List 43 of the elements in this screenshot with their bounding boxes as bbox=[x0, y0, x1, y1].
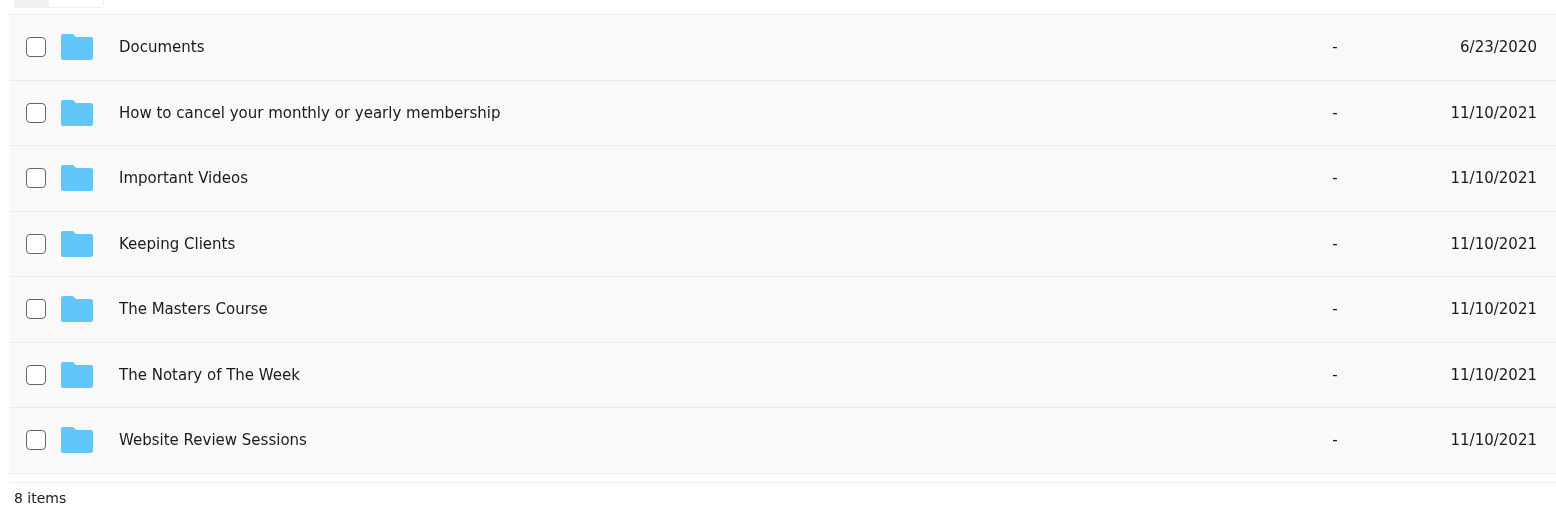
folder-icon bbox=[61, 230, 93, 257]
folder-name[interactable]: The Notary of The Week bbox=[119, 365, 1320, 384]
folder-icon bbox=[61, 361, 93, 388]
folder-icon bbox=[61, 99, 93, 126]
folder-icon bbox=[61, 427, 93, 454]
table-row[interactable]: The Notary of The Week - 11/10/2021 bbox=[9, 342, 1556, 408]
checkbox[interactable] bbox=[26, 430, 46, 451]
size-cell-text: - bbox=[1331, 169, 1339, 188]
size-cell-text: - bbox=[1331, 103, 1339, 122]
checkbox[interactable] bbox=[26, 364, 46, 385]
folder-name[interactable]: How to cancel your monthly or yearly membership bbox=[119, 103, 1320, 122]
size-cell-text: - bbox=[1331, 234, 1339, 253]
table-row[interactable]: Website Review Sessions - 11/10/2021 bbox=[9, 408, 1556, 474]
folder-name[interactable]: Keeping Clients bbox=[119, 234, 1320, 253]
folder-icon bbox=[61, 34, 93, 61]
folder-name[interactable]: Website Review Sessions bbox=[119, 431, 1320, 450]
checkbox[interactable] bbox=[26, 168, 46, 189]
size-cell-text: - bbox=[1331, 300, 1339, 319]
table-row[interactable]: How to cancel your monthly or yearly membership - 11/10/2021 bbox=[9, 80, 1556, 146]
size-cell-text: - bbox=[1331, 431, 1339, 450]
date-cell-text: 11/10/2021 bbox=[1449, 103, 1538, 122]
folder-icon bbox=[61, 165, 93, 192]
date-cell-text: 6/23/2020 bbox=[1459, 38, 1538, 57]
date-cell-text: 11/10/2021 bbox=[1449, 365, 1538, 384]
folder-icon bbox=[61, 296, 93, 323]
date-cell-text: 11/10/2021 bbox=[1449, 169, 1538, 188]
checkbox[interactable] bbox=[26, 299, 46, 320]
folder-name[interactable]: Documents bbox=[119, 38, 1320, 57]
table-row[interactable]: Important Videos - 11/10/2021 bbox=[9, 146, 1556, 212]
folder-name[interactable]: Important Videos bbox=[119, 169, 1320, 188]
table-row[interactable]: Keeping Clients - 11/10/2021 bbox=[9, 211, 1556, 277]
table-row[interactable]: The Masters Course - 11/10/2021 bbox=[9, 277, 1556, 343]
item-count: 8 items bbox=[14, 489, 67, 506]
folder-name[interactable]: The Masters Course bbox=[119, 300, 1320, 319]
checkbox[interactable] bbox=[26, 233, 46, 254]
date-cell-text: 11/10/2021 bbox=[1449, 300, 1538, 319]
size-cell-text: - bbox=[1331, 365, 1339, 384]
size-cell-text: - bbox=[1331, 38, 1339, 57]
table-row[interactable]: Documents - 6/23/2020 bbox=[9, 15, 1556, 81]
checkbox[interactable] bbox=[26, 102, 46, 123]
date-cell-text: 11/10/2021 bbox=[1449, 431, 1538, 450]
date-cell-text: 11/10/2021 bbox=[1449, 234, 1538, 253]
checkbox[interactable] bbox=[26, 37, 46, 58]
